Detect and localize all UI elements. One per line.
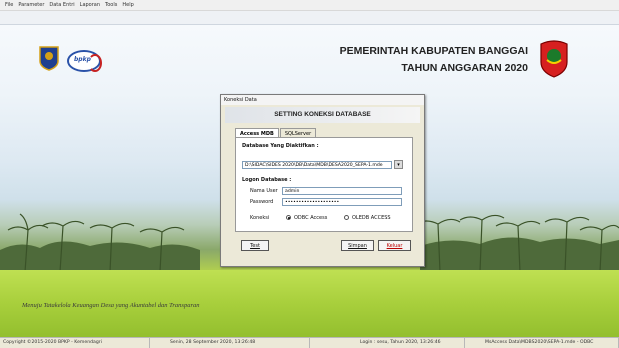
bpkp-logo-text: bpkp	[74, 56, 91, 63]
password-input[interactable]: ••••••••••••••••••••	[282, 198, 402, 206]
user-label: Nama User	[250, 188, 278, 194]
dialog-title: Koneksi Data	[221, 95, 424, 105]
database-path-field[interactable]: D:\SIDAC\SIDES 2020\DB\Data\MDB\DESA2020…	[242, 161, 392, 169]
save-button-label: Simpan	[348, 243, 367, 249]
motto-text: Menuju Tatakelola Keuangan Desa yang Aku…	[22, 302, 200, 309]
menu-tools[interactable]: Tools	[105, 0, 117, 10]
bpkp-logo-icon: bpkp	[67, 50, 102, 72]
toolbar	[0, 11, 619, 25]
odbc-radio[interactable]	[286, 215, 291, 220]
test-button-label: Test	[250, 243, 260, 249]
dialog-banner: SETTING KONEKSI DATABASE	[225, 107, 420, 123]
username-input[interactable]: admin	[282, 187, 402, 195]
kemendagri-logo-icon	[39, 46, 59, 71]
password-label: Password	[250, 199, 274, 205]
exit-button[interactable]: Keluar	[378, 240, 411, 251]
access-panel: Database Yang Diaktifkan : D:\SIDAC\SIDE…	[235, 137, 413, 232]
menu-laporan[interactable]: Laporan	[80, 0, 100, 10]
oledb-radio[interactable]	[344, 215, 349, 220]
odbc-label: ODBC Access	[294, 215, 328, 221]
browse-database-button[interactable]: ▾	[394, 160, 403, 169]
status-bar: Copyright ©2015-2020 BPKP - Kemendagri S…	[0, 337, 619, 348]
login-label: Logon Database :	[242, 177, 292, 183]
exit-button-label: Keluar	[386, 243, 403, 249]
connection-label: Koneksi	[250, 215, 270, 221]
database-label: Database Yang Diaktifkan :	[242, 143, 319, 149]
database-connection-dialog: Koneksi Data SETTING KONEKSI DATABASE Ac…	[220, 94, 425, 267]
government-title: PEMERINTAH KABUPATEN BANGGAI	[339, 45, 528, 57]
menu-help[interactable]: Help	[122, 0, 133, 10]
budget-year-title: TAHUN ANGGARAN 2020	[401, 62, 528, 74]
oledb-label: OLEDB ACCESS	[352, 215, 391, 221]
save-button[interactable]: Simpan	[341, 240, 374, 251]
menu-parameter[interactable]: Parameter	[18, 0, 44, 10]
banggai-emblem-icon	[540, 40, 568, 78]
menu-data-entri[interactable]: Data Entri	[49, 0, 74, 10]
menu-file[interactable]: File	[5, 0, 13, 10]
menu-bar: File Parameter Data Entri Laporan Tools …	[0, 0, 619, 11]
test-button[interactable]: Test	[241, 240, 269, 251]
